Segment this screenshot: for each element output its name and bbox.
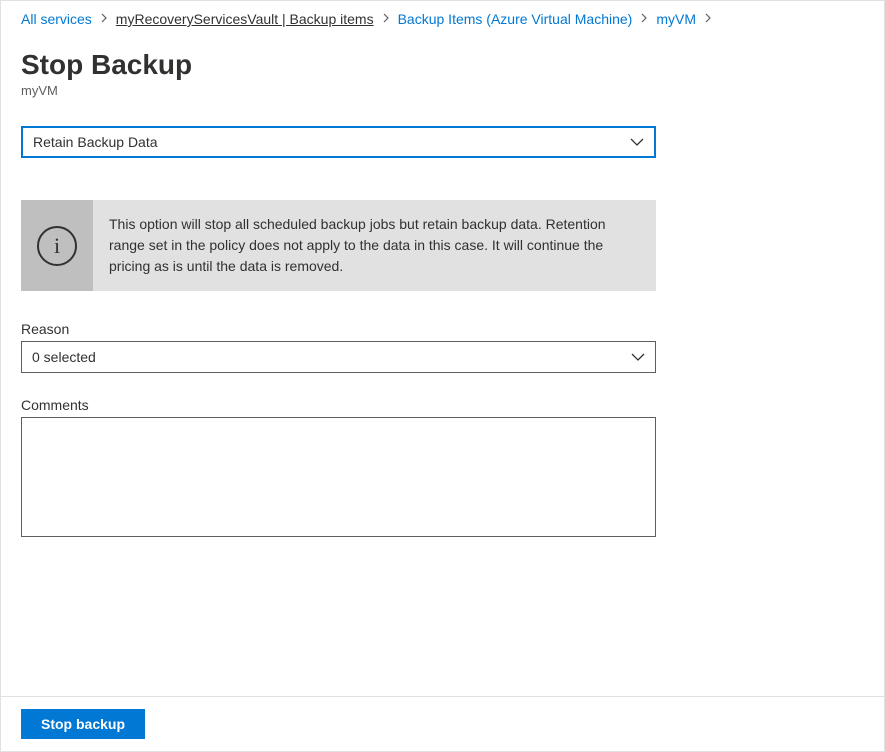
breadcrumb-vault-backup-items[interactable]: myRecoveryServicesVault | Backup items — [116, 11, 374, 27]
breadcrumb: All services myRecoveryServicesVault | B… — [1, 1, 884, 37]
retention-option-dropdown[interactable]: Retain Backup Data — [21, 126, 656, 158]
comments-textarea[interactable] — [21, 417, 656, 537]
footer: Stop backup — [1, 696, 884, 751]
chevron-right-icon — [640, 12, 648, 26]
chevron-right-icon — [382, 12, 390, 26]
retention-option-selected: Retain Backup Data — [33, 134, 630, 150]
page-subtitle: myVM — [21, 83, 864, 98]
chevron-right-icon — [100, 12, 108, 26]
breadcrumb-backup-items-avm[interactable]: Backup Items (Azure Virtual Machine) — [398, 11, 633, 27]
page-title: Stop Backup — [21, 49, 864, 81]
info-banner: i This option will stop all scheduled ba… — [21, 200, 656, 291]
chevron-right-icon — [704, 12, 712, 26]
stop-backup-button[interactable]: Stop backup — [21, 709, 145, 739]
main-content: Stop Backup myVM Retain Backup Data i Th… — [1, 49, 884, 540]
chevron-down-icon — [631, 350, 645, 364]
reason-label: Reason — [21, 321, 864, 337]
chevron-down-icon — [630, 135, 644, 149]
reason-selected: 0 selected — [32, 349, 631, 365]
breadcrumb-all-services[interactable]: All services — [21, 11, 92, 27]
comments-label: Comments — [21, 397, 864, 413]
info-icon: i — [37, 226, 77, 266]
info-text: This option will stop all scheduled back… — [93, 200, 656, 291]
breadcrumb-myvm[interactable]: myVM — [656, 11, 696, 27]
reason-dropdown[interactable]: 0 selected — [21, 341, 656, 373]
info-icon-wrap: i — [21, 200, 93, 291]
